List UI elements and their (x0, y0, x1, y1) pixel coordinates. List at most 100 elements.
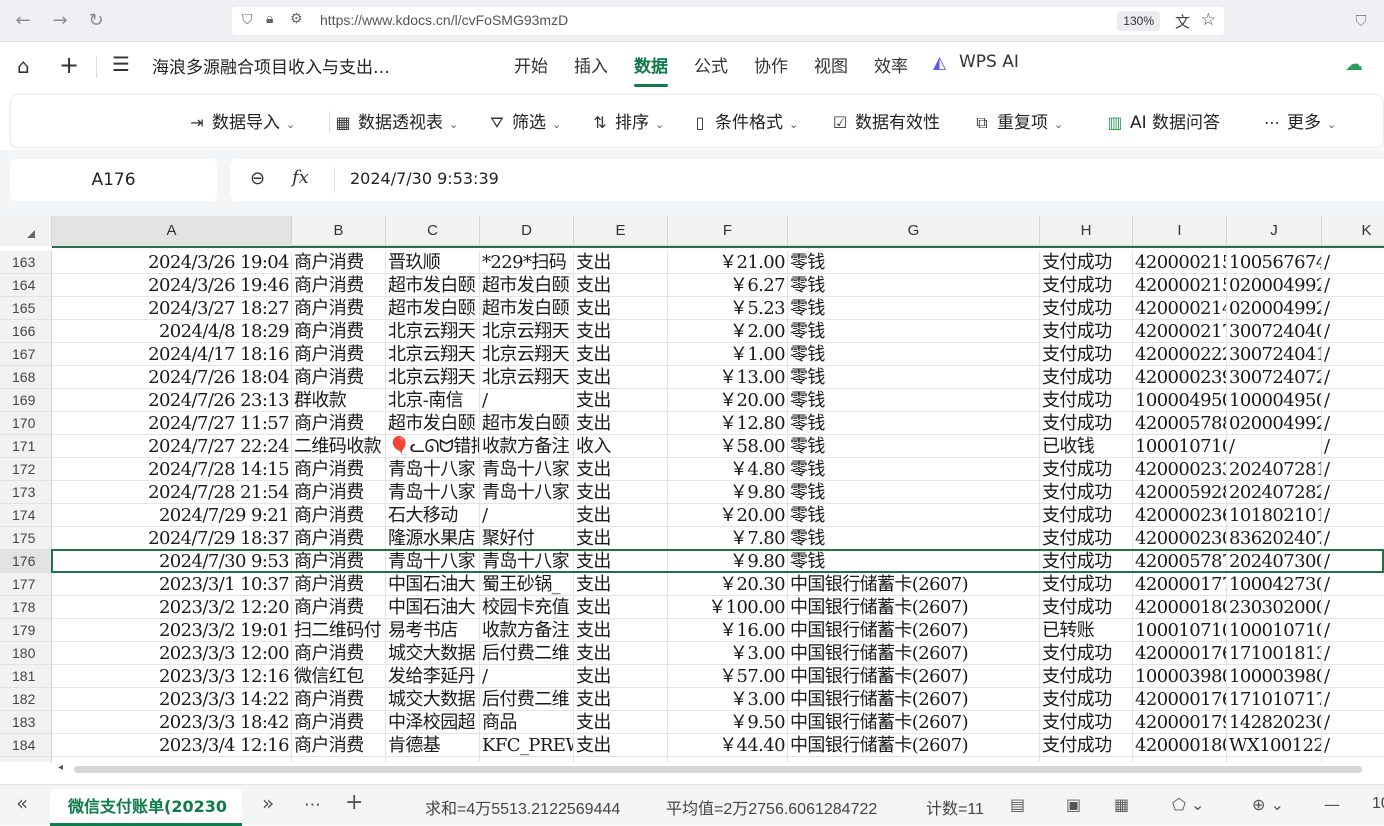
data-import-button[interactable]: ⇥ 数据导入 ⌄ (188, 108, 295, 133)
table-cell-f[interactable]: ￥20.00 (668, 504, 788, 527)
table-cell-e[interactable]: 支出 (574, 504, 668, 527)
table-cell-b[interactable]: 商户消费 (292, 550, 386, 573)
table-cell-j[interactable]: 230302000 (1227, 596, 1322, 619)
table-cell-j[interactable]: 836202407 (1227, 527, 1322, 550)
excel-export-icon[interactable]: ▦ (1114, 795, 1129, 814)
table-cell-f[interactable]: ￥9.80 (668, 550, 788, 573)
table-cell-j[interactable]: 202407300 (1227, 550, 1322, 573)
table-cell-i[interactable]: 100003980 (1133, 665, 1227, 688)
table-cell-b[interactable]: 商户消费 (292, 412, 386, 435)
table-cell-h[interactable]: 支付成功 (1040, 596, 1133, 619)
table-cell-b[interactable]: 商户消费 (292, 458, 386, 481)
table-cell-i[interactable]: 100010710 (1133, 435, 1227, 458)
pocket-icon[interactable]: ⛉ (1350, 10, 1372, 32)
sheet-view-icon[interactable]: ▤ (1010, 795, 1025, 814)
table-cell-e[interactable]: 支出 (574, 734, 668, 757)
table-cell-a[interactable]: 2023/3/2 12:20 (52, 596, 292, 619)
table-cell-j[interactable]: 100004950 (1227, 389, 1322, 412)
table-cell-b[interactable]: 商户消费 (292, 527, 386, 550)
table-cell-a[interactable]: 2024/3/26 19:46 (52, 274, 292, 297)
row-header[interactable]: 180 (0, 642, 52, 665)
table-cell-e[interactable]: 支出 (574, 366, 668, 389)
zoom-out-minus-icon[interactable]: — (1324, 795, 1340, 814)
column-header-j[interactable]: J (1227, 216, 1322, 246)
table-cell-e[interactable]: 支出 (574, 688, 668, 711)
table-cell-f[interactable]: ￥58.00 (668, 435, 788, 458)
table-cell-j[interactable]: 171010717 (1227, 688, 1322, 711)
column-header-e[interactable]: E (574, 216, 668, 246)
table-cell-d[interactable]: 后付费二维 (480, 688, 574, 711)
table-cell-i[interactable]: 420000176 (1133, 688, 1227, 711)
tab-formula[interactable]: 公式 (694, 52, 728, 77)
table-cell-d[interactable]: 北京云翔天 (480, 366, 574, 389)
cloud-saved-icon[interactable]: ☁ (1345, 54, 1363, 75)
tab-start[interactable]: 开始 (514, 52, 548, 77)
table-cell-k[interactable]: / (1322, 458, 1384, 481)
table-cell-j[interactable]: 300724040 (1227, 320, 1322, 343)
table-cell-c[interactable]: 中国石油大 (386, 596, 480, 619)
table-cell-c[interactable]: 超市发白颐 (386, 274, 480, 297)
table-cell-k[interactable]: / (1322, 504, 1384, 527)
table-cell-a[interactable]: 2024/7/26 23:13 (52, 389, 292, 412)
table-cell-e[interactable]: 支出 (574, 527, 668, 550)
table-cell-c[interactable]: 易考书店 (386, 619, 480, 642)
table-cell-k[interactable]: / (1322, 435, 1384, 458)
table-cell-f[interactable]: ￥20.00 (668, 389, 788, 412)
table-cell-j[interactable]: / (1227, 435, 1322, 458)
table-cell-f[interactable]: ￥20.30 (668, 573, 788, 596)
table-cell-h[interactable]: 支付成功 (1040, 711, 1133, 734)
table-cell-a[interactable]: 2024/4/17 18:16 (52, 343, 292, 366)
table-cell-f[interactable]: ￥16.00 (668, 619, 788, 642)
table-cell-b[interactable]: 商户消费 (292, 481, 386, 504)
table-cell-g[interactable]: 零钱 (788, 343, 1040, 366)
table-cell-h[interactable]: 支付成功 (1040, 274, 1133, 297)
table-cell-h[interactable]: 支付成功 (1040, 458, 1133, 481)
row-header[interactable]: 177 (0, 573, 52, 596)
table-cell-e[interactable]: 支出 (574, 665, 668, 688)
table-cell-i[interactable]: 420000236 (1133, 504, 1227, 527)
last-sheet-icon[interactable]: » (262, 791, 274, 815)
table-cell-i[interactable]: 420000222 (1133, 343, 1227, 366)
table-cell-k[interactable]: / (1322, 343, 1384, 366)
table-cell-g[interactable]: 零钱 (788, 550, 1040, 573)
table-cell-d[interactable]: 超市发白颐 (480, 274, 574, 297)
tab-data[interactable]: 数据 (634, 52, 668, 87)
ai-data-qa-button[interactable]: ▥ AI 数据问答 (1106, 108, 1220, 133)
column-header-b[interactable]: B (292, 216, 386, 246)
table-cell-g[interactable]: 中国银行储蓄卡(2607) (788, 573, 1040, 596)
table-cell-g[interactable]: 零钱 (788, 412, 1040, 435)
table-cell-j[interactable]: 020004992 (1227, 297, 1322, 320)
table-cell-a[interactable]: 2023/3/1 10:37 (52, 573, 292, 596)
table-cell-g[interactable]: 零钱 (788, 458, 1040, 481)
table-cell-d[interactable]: 商品 (480, 711, 574, 734)
table-cell-e[interactable]: 支出 (574, 320, 668, 343)
horizontal-scrollbar[interactable]: ◂ (52, 762, 1384, 776)
table-cell-c[interactable]: 石大移动 (386, 504, 480, 527)
table-cell-h[interactable]: 支付成功 (1040, 665, 1133, 688)
table-cell-f[interactable]: ￥12.80 (668, 412, 788, 435)
table-cell-j[interactable]: 300724041 (1227, 343, 1322, 366)
table-cell-k[interactable]: / (1322, 320, 1384, 343)
table-cell-a[interactable]: 2024/7/28 14:15 (52, 458, 292, 481)
table-cell-k[interactable]: / (1322, 619, 1384, 642)
table-cell-d[interactable]: KFC_PREWX (480, 734, 574, 757)
lock-icon[interactable]: 🔒︎ (266, 11, 273, 27)
sum-readout[interactable]: 求和=4万5513.2122569444 (425, 795, 620, 819)
table-cell-h[interactable]: 支付成功 (1040, 481, 1133, 504)
column-header-h[interactable]: H (1040, 216, 1133, 246)
table-cell-j[interactable]: 100567674 (1227, 251, 1322, 274)
row-header[interactable]: 184 (0, 734, 52, 757)
table-cell-e[interactable]: 支出 (574, 412, 668, 435)
table-cell-h[interactable]: 已转账 (1040, 619, 1133, 642)
table-cell-d[interactable]: 超市发白颐 (480, 297, 574, 320)
row-header[interactable]: 183 (0, 711, 52, 734)
table-cell-d[interactable]: 校园卡充值 (480, 596, 574, 619)
table-cell-e[interactable]: 支出 (574, 458, 668, 481)
table-cell-e[interactable]: 支出 (574, 642, 668, 665)
table-cell-a[interactable]: 2023/3/4 12:16 (52, 734, 292, 757)
sort-button[interactable]: ⇅ 排序 ⌄ (591, 108, 664, 133)
table-cell-c[interactable]: 隆源水果店 (386, 527, 480, 550)
table-cell-f[interactable]: ￥4.80 (668, 458, 788, 481)
table-cell-i[interactable]: 420000177 (1133, 573, 1227, 596)
zoom-level-badge[interactable]: 130% (1117, 11, 1160, 31)
